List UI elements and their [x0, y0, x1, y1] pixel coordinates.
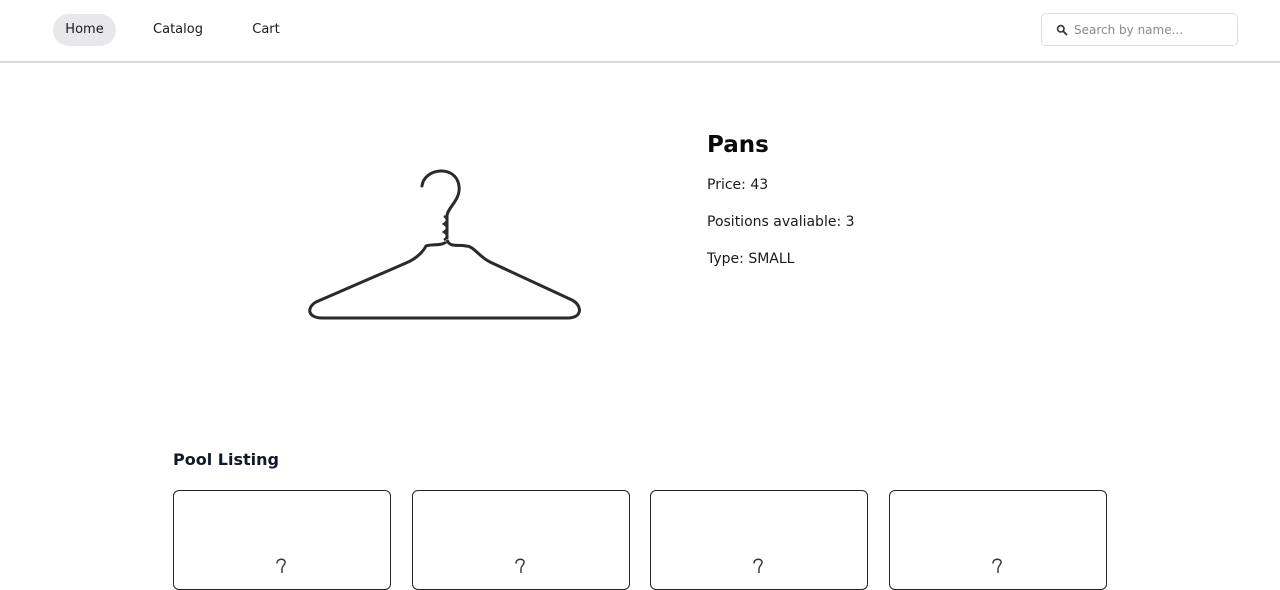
pool-listing-title: Pool Listing	[173, 450, 279, 469]
product-price: Price: 43	[707, 177, 769, 193]
pool-card[interactable]	[889, 490, 1107, 590]
product-type: Type: SMALL	[707, 251, 795, 267]
product-title: Pans	[707, 132, 769, 158]
search-box	[1041, 13, 1238, 46]
pool-card[interactable]	[173, 490, 391, 590]
nav-cart[interactable]: Cart	[243, 14, 289, 46]
search-icon	[1056, 24, 1068, 36]
pool-card[interactable]	[412, 490, 630, 590]
search-input[interactable]	[1074, 14, 1229, 45]
hanger-icon	[276, 558, 286, 573]
hanger-icon	[992, 558, 1002, 573]
hanger-icon	[753, 558, 763, 573]
nav-catalog[interactable]: Catalog	[143, 14, 213, 46]
nav-home[interactable]: Home	[53, 14, 116, 46]
pool-card[interactable]	[650, 490, 868, 590]
hanger-icon	[515, 558, 525, 573]
product-positions: Positions avaliable: 3	[707, 214, 855, 230]
top-navbar: Home Catalog Cart	[0, 0, 1280, 63]
hanger-icon	[308, 169, 581, 320]
product-info: Pans Price: 43 Positions avaliable: 3 Ty…	[707, 128, 855, 267]
